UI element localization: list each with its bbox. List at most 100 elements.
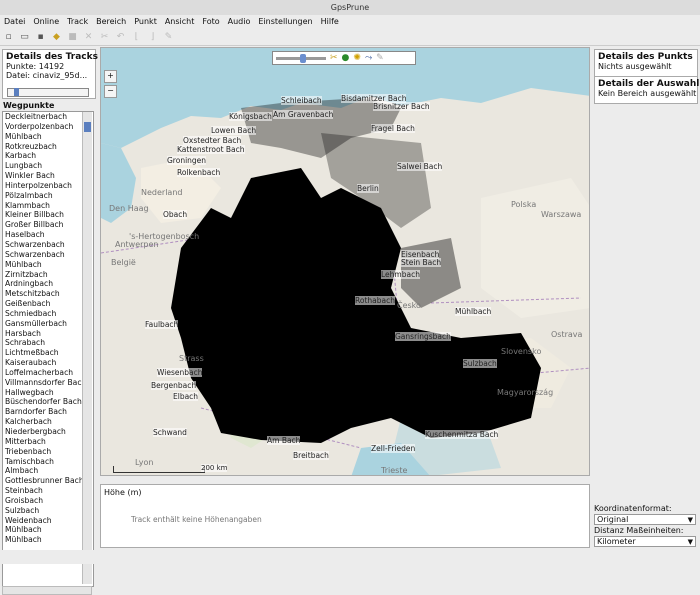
map-label-muehlbach: Mühlbach bbox=[455, 307, 492, 316]
map-view[interactable]: + − Schleibach Bisdamitzer Bach Brisnitz… bbox=[100, 47, 590, 476]
waypoint-item[interactable]: Lichtmeßbach bbox=[3, 348, 93, 358]
waypoint-item[interactable]: Mühlbach bbox=[3, 535, 93, 545]
waypoint-item[interactable]: Schmiedbach bbox=[3, 309, 93, 319]
map-background bbox=[101, 48, 589, 475]
zoom-slider-knob[interactable] bbox=[300, 53, 306, 63]
delete-icon[interactable]: ■ bbox=[66, 30, 79, 43]
map-label-wiesenbach: Wiesenbach bbox=[157, 368, 203, 377]
waypoint-item[interactable]: Loffelmacherbach bbox=[3, 368, 93, 378]
waypoint-item[interactable]: Büschendorfer Bach bbox=[3, 397, 93, 407]
scroll-thumb[interactable] bbox=[84, 122, 91, 132]
globe-icon[interactable]: ● bbox=[342, 53, 350, 63]
undo-icon[interactable]: ↶ bbox=[114, 30, 127, 43]
map-label-loewen: Lowen Bach bbox=[211, 126, 257, 135]
waypoint-item[interactable]: Klammbach bbox=[3, 201, 93, 211]
waypoint-item[interactable]: Sulzbach bbox=[3, 506, 93, 516]
slider-knob[interactable] bbox=[14, 88, 19, 96]
menu-bereich[interactable]: Bereich bbox=[92, 15, 130, 28]
coord-format-label: Koordinatenformat: bbox=[594, 504, 672, 513]
menu-punkt[interactable]: Punkt bbox=[130, 15, 161, 28]
zoom-slider[interactable] bbox=[276, 53, 326, 63]
waypoint-item[interactable]: Rotkreuzbach bbox=[3, 142, 93, 152]
waypoint-item[interactable]: Gottlesbrunner Bach bbox=[3, 476, 93, 486]
new-file-icon[interactable]: ▫ bbox=[2, 30, 15, 43]
route-icon[interactable]: ⤳ bbox=[365, 53, 372, 63]
menu-track[interactable]: Track bbox=[63, 15, 92, 28]
waypoint-item[interactable]: Kleiner Billbach bbox=[3, 210, 93, 220]
waypoint-item[interactable]: Schwarzenbach bbox=[3, 250, 93, 260]
waypoint-item[interactable]: Ardningbach bbox=[3, 279, 93, 289]
waypoint-item[interactable]: Villmannsdorfer Bach bbox=[3, 378, 93, 388]
waypoint-item[interactable]: Kalcherbach bbox=[3, 417, 93, 427]
track-slider[interactable] bbox=[7, 88, 89, 97]
menu-einstellungen[interactable]: Einstellungen bbox=[254, 15, 316, 28]
cut-icon[interactable]: ✂ bbox=[98, 30, 111, 43]
waypoint-item[interactable]: Kaiseraubach bbox=[3, 358, 93, 368]
waypoint-item[interactable]: Triebenbach bbox=[3, 447, 93, 457]
waypoint-item[interactable]: Lungbach bbox=[3, 161, 93, 171]
waypoint-item[interactable]: Gansmüllerbach bbox=[3, 319, 93, 329]
eraser-icon[interactable]: ◆ bbox=[50, 30, 63, 43]
crop-end-icon[interactable]: ⌋ bbox=[146, 30, 159, 43]
map-scale-label: 200 km bbox=[201, 464, 228, 472]
menu-hilfe[interactable]: Hilfe bbox=[317, 15, 343, 28]
scissors-icon[interactable]: ✂ bbox=[330, 53, 338, 63]
crop-start-icon[interactable]: ⌊ bbox=[130, 30, 143, 43]
waypoint-item[interactable]: Mühlbach bbox=[3, 132, 93, 142]
waypoint-item[interactable]: Metschitzbach bbox=[3, 289, 93, 299]
waypoint-item[interactable]: Steinbach bbox=[3, 486, 93, 496]
map-label-denhaag: Den Haag bbox=[109, 204, 149, 213]
waypoint-item[interactable]: Karbach bbox=[3, 151, 93, 161]
menu-online[interactable]: Online bbox=[29, 15, 63, 28]
waypoint-item[interactable]: Almbach bbox=[3, 466, 93, 476]
waypoint-item[interactable]: Harsbach bbox=[3, 329, 93, 339]
open-folder-icon[interactable]: ▭ bbox=[18, 30, 31, 43]
menu-datei[interactable]: Datei bbox=[0, 15, 29, 28]
track-details-title: Details des Tracks bbox=[6, 52, 98, 62]
waypoint-item[interactable]: Barndorfer Bach bbox=[3, 407, 93, 417]
waypoint-scrollbar[interactable] bbox=[82, 112, 92, 584]
zoom-in-button[interactable]: + bbox=[104, 70, 117, 83]
chevron-down-icon: ▼ bbox=[687, 538, 693, 546]
waypoint-item[interactable]: Tamischbach bbox=[3, 457, 93, 467]
coord-format-select[interactable]: Original ▼ bbox=[594, 514, 696, 525]
waypoint-item[interactable]: Schrabach bbox=[3, 338, 93, 348]
map-toolbar: ✂ ● ✺ ⤳ ✎ bbox=[272, 51, 416, 65]
waypoint-item[interactable]: Hallwegbach bbox=[3, 388, 93, 398]
waypoint-hscrollbar[interactable] bbox=[2, 586, 92, 595]
menu-audio[interactable]: Audio bbox=[224, 15, 255, 28]
coord-format-value: Original bbox=[597, 515, 629, 524]
waypoint-item[interactable]: Mitterbach bbox=[3, 437, 93, 447]
point-details-title: Details des Punkts bbox=[598, 52, 693, 62]
menu-foto[interactable]: Foto bbox=[198, 15, 223, 28]
sun-icon[interactable]: ✺ bbox=[353, 53, 361, 63]
delete-range-icon[interactable]: ✕ bbox=[82, 30, 95, 43]
waypoint-item[interactable]: Hinterpolzenbach bbox=[3, 181, 93, 191]
waypoint-item[interactable]: Vorderpolzenbach bbox=[3, 122, 93, 132]
waypoint-item[interactable]: Winkler Bach bbox=[3, 171, 93, 181]
waypoint-item[interactable]: Mühlbach bbox=[3, 260, 93, 270]
map-label-warszawa: Warszawa bbox=[541, 210, 582, 219]
window-title: GpsPrune bbox=[0, 0, 700, 16]
distance-units-label: Distanz Maßeinheiten: bbox=[594, 526, 684, 535]
waypoint-item[interactable]: Zirnitzbach bbox=[3, 270, 93, 280]
waypoint-item[interactable]: Pölzalmbach bbox=[3, 191, 93, 201]
distance-units-select[interactable]: Kilometer ▼ bbox=[594, 536, 696, 547]
save-icon[interactable]: ▪ bbox=[34, 30, 47, 43]
waypoint-item[interactable]: Niederbergbach bbox=[3, 427, 93, 437]
menu-ansicht[interactable]: Ansicht bbox=[161, 15, 199, 28]
map-label-zellfrieden: Zell-Frieden bbox=[371, 444, 416, 453]
waypoint-item[interactable]: Geißenbach bbox=[3, 299, 93, 309]
zoom-out-button[interactable]: − bbox=[104, 85, 117, 98]
edit-map-icon[interactable]: ✎ bbox=[376, 53, 384, 63]
waypoint-item[interactable]: Großer Billbach bbox=[3, 220, 93, 230]
edit-icon[interactable]: ✎ bbox=[162, 30, 175, 43]
distance-units-value: Kilometer bbox=[597, 537, 636, 546]
waypoint-item[interactable]: Deckleitnerbach bbox=[3, 112, 93, 122]
waypoint-item[interactable]: Weidenbach bbox=[3, 516, 93, 526]
waypoint-list[interactable]: Deckleitnerbach Vorderpolzenbach Mühlbach R… bbox=[2, 111, 94, 587]
waypoint-item[interactable]: Haselbach bbox=[3, 230, 93, 240]
waypoint-item[interactable]: Schwarzenbach bbox=[3, 240, 93, 250]
waypoint-item[interactable]: Groisbach bbox=[3, 496, 93, 506]
waypoint-item[interactable]: Mühlbach bbox=[3, 525, 93, 535]
